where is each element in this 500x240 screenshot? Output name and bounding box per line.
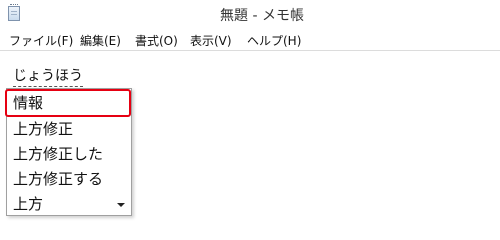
notepad-window: 無題 - メモ帳 ファイル(F) 編集(E) 書式(O) 表示(V) ヘルプ(H… (0, 0, 500, 240)
candidate-item[interactable]: 上方修正する (13, 168, 103, 189)
menu-format[interactable]: 書式(O) (135, 32, 178, 49)
menu-help[interactable]: ヘルプ(H) (247, 32, 301, 49)
chevron-down-icon[interactable] (117, 203, 125, 207)
menu-bar: ファイル(F) 編集(E) 書式(O) 表示(V) ヘルプ(H) (0, 30, 500, 51)
window-title: 無題 - メモ帳 (220, 8, 304, 24)
candidate-item[interactable]: 上方 (13, 193, 43, 214)
menu-view[interactable]: 表示(V) (190, 32, 232, 49)
candidate-item[interactable]: 上方修正した (13, 143, 103, 164)
candidate-item[interactable]: 上方修正 (13, 118, 73, 139)
title-bar: 無題 - メモ帳 (0, 0, 500, 30)
selected-candidate-highlight (5, 89, 131, 117)
notepad-icon[interactable] (8, 4, 20, 21)
composition-text: じょうほう (13, 65, 83, 87)
menu-file[interactable]: ファイル(F) (9, 32, 73, 49)
menu-edit[interactable]: 編集(E) (80, 32, 121, 49)
